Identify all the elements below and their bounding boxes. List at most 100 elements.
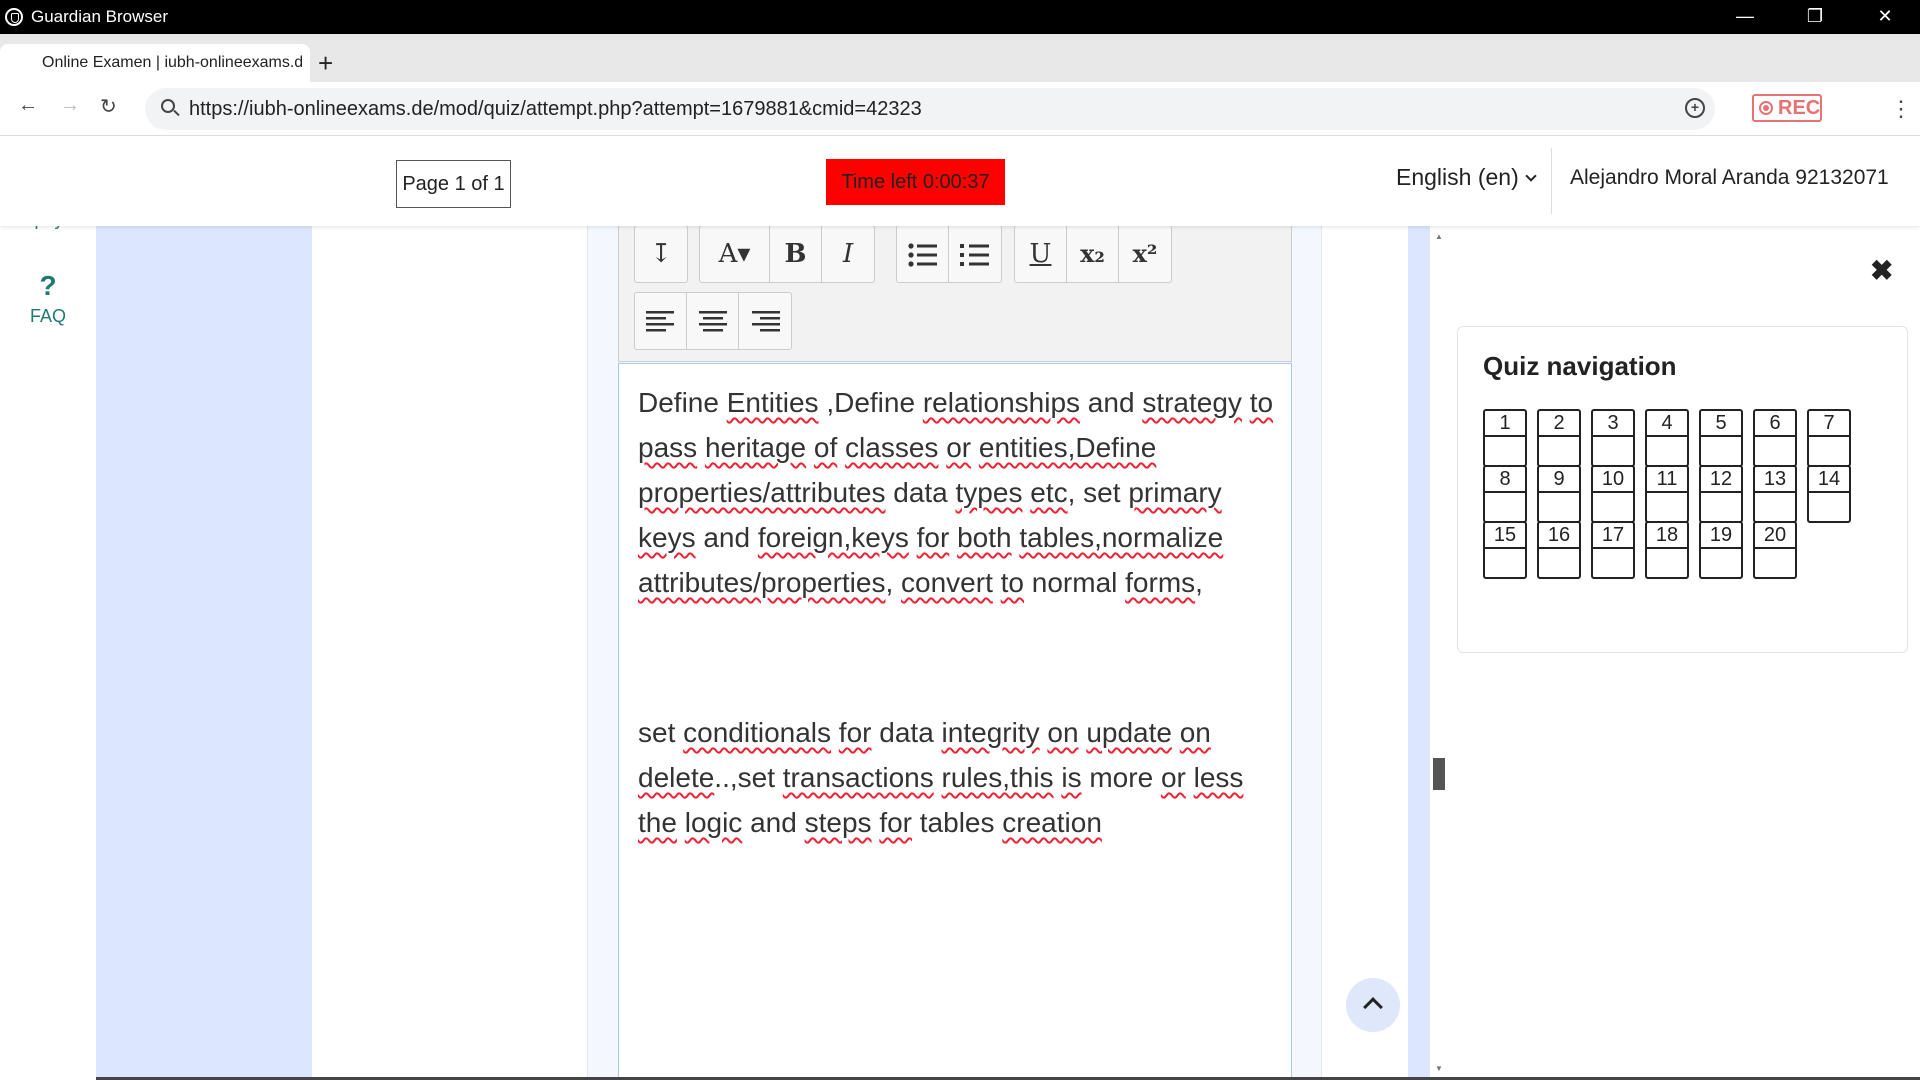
misspelled-word: creation bbox=[1002, 807, 1102, 838]
rec-label: REC bbox=[1778, 97, 1821, 119]
url-text[interactable]: https://iubh-onlineexams.de/mod/quiz/att… bbox=[189, 98, 922, 121]
drawer-scrollbar[interactable]: ▲ ▼ bbox=[1430, 226, 1450, 1080]
question-number: 2 bbox=[1539, 411, 1579, 437]
reload-button[interactable]: ↻ bbox=[100, 94, 117, 119]
editor-toolbar: ↧ A▾ B I U x₂ x² bbox=[618, 225, 1292, 362]
misspelled-word: primary bbox=[1128, 477, 1222, 508]
misspelled-word: on bbox=[1179, 717, 1211, 748]
align-left-button[interactable] bbox=[635, 293, 687, 349]
answer-text bbox=[1242, 387, 1250, 418]
left-sidebar: Apoyo ? FAQ bbox=[0, 136, 96, 1080]
question-number: 1 bbox=[1485, 411, 1525, 437]
misspelled-word: or bbox=[1160, 762, 1186, 793]
answer-text bbox=[837, 432, 845, 463]
underline-button[interactable]: U bbox=[1015, 226, 1067, 282]
misspelled-word: for bbox=[916, 522, 950, 553]
url-bar[interactable]: https://iubh-onlineexams.de/mod/quiz/att… bbox=[145, 88, 1715, 130]
address-bar-row: ← → ↻ https://iubh-onlineexams.de/mod/qu… bbox=[0, 82, 1920, 136]
font-style-button[interactable]: A▾ bbox=[700, 226, 770, 282]
question-number: 13 bbox=[1755, 467, 1795, 493]
time-left-badge: Time left 0:00:37 bbox=[826, 159, 1005, 205]
question-button[interactable]: 2 bbox=[1537, 409, 1581, 467]
subscript-button[interactable]: x₂ bbox=[1067, 226, 1119, 282]
language-selector[interactable]: English (en) bbox=[1396, 164, 1537, 191]
question-button[interactable]: 13 bbox=[1753, 465, 1797, 523]
forward-button[interactable]: → bbox=[60, 94, 80, 117]
question-button[interactable]: 8 bbox=[1483, 465, 1527, 523]
misspelled-word: classes bbox=[845, 432, 939, 463]
new-tab-button[interactable]: + bbox=[318, 48, 333, 79]
search-icon bbox=[161, 99, 175, 113]
misspelled-word: update bbox=[1086, 717, 1172, 748]
user-name[interactable]: Alejandro Moral Aranda 92132071 bbox=[1570, 166, 1889, 190]
question-number: 15 bbox=[1485, 523, 1525, 549]
align-right-icon bbox=[752, 311, 780, 332]
question-number: 12 bbox=[1701, 467, 1741, 493]
misspelled-word: to bbox=[1249, 387, 1274, 418]
scroll-down-arrow[interactable]: ▼ bbox=[1435, 1064, 1443, 1073]
question-number: 20 bbox=[1755, 523, 1795, 549]
bullet-list-icon bbox=[907, 243, 937, 267]
question-button[interactable]: 10 bbox=[1591, 465, 1635, 523]
answer-text bbox=[697, 432, 705, 463]
misspelled-word: rules,this bbox=[941, 762, 1054, 793]
back-button[interactable]: ← bbox=[18, 94, 38, 117]
question-button[interactable]: 6 bbox=[1753, 409, 1797, 467]
answer-text: normal bbox=[1024, 567, 1126, 598]
question-button[interactable]: 7 bbox=[1807, 409, 1851, 467]
tab-title: Online Examen | iubh-onlineexams.d bbox=[42, 54, 302, 71]
question-button[interactable]: 4 bbox=[1645, 409, 1689, 467]
align-right-button[interactable] bbox=[739, 293, 791, 349]
expand-toolbar-button[interactable]: ↧ bbox=[635, 226, 687, 282]
answer-text bbox=[806, 432, 814, 463]
misspelled-word: is bbox=[1061, 762, 1082, 793]
sidebar-item-faq[interactable]: ? FAQ bbox=[0, 270, 96, 327]
question-button[interactable]: 11 bbox=[1645, 465, 1689, 523]
answer-text bbox=[909, 522, 917, 553]
superscript-button[interactable]: x² bbox=[1119, 226, 1171, 282]
misspelled-word: on bbox=[1047, 717, 1079, 748]
zoom-icon[interactable]: + bbox=[1685, 98, 1705, 118]
question-button[interactable]: 17 bbox=[1591, 521, 1635, 579]
question-button[interactable]: 19 bbox=[1699, 521, 1743, 579]
minimize-button[interactable]: — bbox=[1710, 0, 1780, 34]
misspelled-word: logic bbox=[684, 807, 743, 838]
misspelled-word: for bbox=[879, 807, 912, 838]
question-button[interactable]: 18 bbox=[1645, 521, 1689, 579]
scroll-to-top-button[interactable] bbox=[1346, 978, 1400, 1032]
italic-button[interactable]: I bbox=[822, 226, 874, 282]
question-button[interactable]: 5 bbox=[1699, 409, 1743, 467]
question-button[interactable]: 1 bbox=[1483, 409, 1527, 467]
numbered-list-icon bbox=[960, 244, 989, 266]
question-button[interactable]: 12 bbox=[1699, 465, 1743, 523]
question-button[interactable]: 9 bbox=[1537, 465, 1581, 523]
misspelled-word: pass bbox=[638, 432, 698, 463]
question-icon: ? bbox=[39, 270, 57, 301]
question-button[interactable]: 16 bbox=[1537, 521, 1581, 579]
answer-editor[interactable]: Define Entities ,Define relationships an… bbox=[618, 363, 1292, 1080]
bold-button[interactable]: B bbox=[770, 226, 822, 282]
scrollbar-thumb[interactable] bbox=[1433, 758, 1445, 790]
chevron-up-icon bbox=[1363, 997, 1383, 1017]
browser-menu-button[interactable]: ⋮ bbox=[1890, 96, 1912, 122]
close-drawer-button[interactable]: ✖ bbox=[1870, 254, 1893, 287]
question-button[interactable]: 20 bbox=[1753, 521, 1797, 579]
question-button[interactable]: 15 bbox=[1483, 521, 1527, 579]
close-window-button[interactable]: ✕ bbox=[1850, 0, 1920, 34]
align-left-icon bbox=[645, 311, 674, 332]
scroll-up-arrow[interactable]: ▲ bbox=[1435, 232, 1443, 241]
answer-text: , set bbox=[1067, 477, 1129, 508]
quiz-navigation-title: Quiz navigation bbox=[1483, 351, 1677, 381]
misspelled-word: to bbox=[1000, 567, 1024, 598]
restore-button[interactable]: ❐ bbox=[1780, 0, 1850, 34]
question-number: 17 bbox=[1593, 523, 1633, 549]
question-button[interactable]: 3 bbox=[1591, 409, 1635, 467]
numbered-list-button[interactable] bbox=[949, 226, 1001, 282]
misspelled-word: attributes/properties bbox=[638, 567, 886, 598]
browser-tab[interactable]: Online Examen | iubh-onlineexams.d bbox=[0, 44, 310, 82]
align-center-button[interactable] bbox=[687, 293, 739, 349]
question-button[interactable]: 14 bbox=[1807, 465, 1851, 523]
question-number: 3 bbox=[1593, 411, 1633, 437]
bullet-list-button[interactable] bbox=[897, 226, 949, 282]
misspelled-word: Entities bbox=[726, 387, 819, 418]
